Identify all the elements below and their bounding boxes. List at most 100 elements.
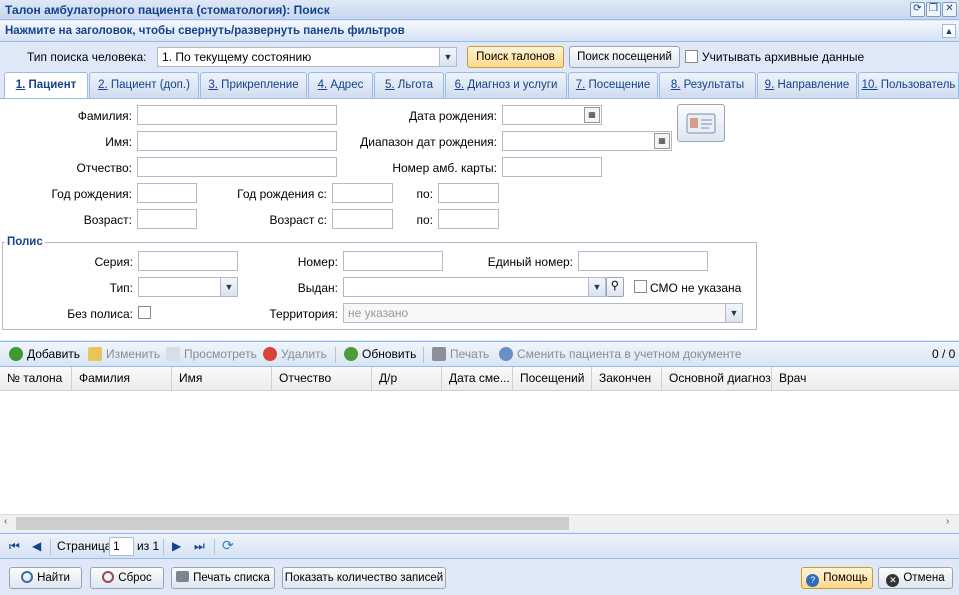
no-policy-checkbox[interactable] (138, 306, 151, 319)
read-card-button[interactable] (677, 104, 725, 142)
tab-label: Посещение (585, 79, 651, 91)
patronymic-input[interactable] (137, 157, 337, 177)
surname-input[interactable] (137, 105, 337, 125)
tab-num: 6. (454, 79, 465, 91)
reset-search-icon (102, 571, 115, 583)
calendar-icon[interactable]: ▦ (584, 107, 600, 123)
first-page-icon[interactable]: ⏮ (9, 539, 20, 554)
chevron-down-icon[interactable]: ▼ (439, 48, 456, 66)
tab-label: Прикрепление (217, 79, 299, 91)
reset-button[interactable]: Сброс (90, 567, 164, 589)
column-header[interactable]: Основной диагноз (662, 367, 772, 391)
refresh-window-icon[interactable]: ⟳ (910, 2, 925, 17)
column-header[interactable]: Д/р (372, 367, 442, 391)
smo-none-label: СМО не указана (650, 281, 742, 295)
scroll-right-icon[interactable]: › (946, 516, 949, 527)
chevron-down-icon[interactable]: ▼ (220, 278, 237, 296)
birth-year-from-input[interactable] (332, 183, 393, 203)
age-input[interactable] (137, 209, 197, 229)
delete-button[interactable]: Удалить (263, 347, 327, 361)
print-list-button[interactable]: Печать списка (171, 567, 275, 589)
change-patient-button[interactable]: Сменить пациента в учетном документе (499, 347, 742, 361)
print-list-label: Печать списка (193, 572, 270, 584)
tab-diagnosis[interactable]: 6. Диагноз и услуги (445, 72, 567, 98)
territory-select[interactable]: не указано ▼ (343, 303, 743, 323)
policy-type-select[interactable]: ▼ (138, 277, 238, 297)
search-talons-button[interactable]: Поиск талонов (467, 46, 564, 68)
scroll-thumb[interactable] (16, 517, 569, 530)
help-button[interactable]: ? Помощь (801, 567, 873, 589)
column-header[interactable]: № талона (0, 367, 72, 391)
tab-results[interactable]: 8. Результаты (659, 72, 756, 98)
card-number-input[interactable] (502, 157, 602, 177)
chevron-down-icon[interactable]: ▼ (588, 278, 605, 296)
tab-user[interactable]: 10. Пользователь (858, 72, 959, 98)
tab-num: 9. (764, 79, 775, 91)
birth-range-input[interactable]: ▦ (502, 131, 672, 151)
collapse-icon[interactable]: ▲ (942, 24, 956, 38)
tab-patient-extra[interactable]: 2. Пациент (доп.) (89, 72, 199, 98)
policy-series-input[interactable] (138, 251, 238, 271)
last-page-icon[interactable]: ⏭ (194, 539, 205, 554)
show-count-button[interactable]: Показать количество записей (282, 567, 446, 589)
tab-address[interactable]: 4. Адрес (308, 72, 373, 98)
column-header[interactable]: Дата сме... (442, 367, 513, 391)
reload-icon[interactable]: ⟳ (222, 537, 234, 554)
column-header[interactable]: Отчество (272, 367, 372, 391)
tab-patient[interactable]: 1. Пациент (4, 72, 88, 99)
add-button[interactable]: Добавить (9, 347, 80, 361)
birth-year-input[interactable] (137, 183, 197, 203)
name-input[interactable] (137, 131, 337, 151)
birth-date-input[interactable]: ▦ (502, 105, 602, 125)
edit-button[interactable]: Изменить (88, 347, 160, 361)
tab-attachment[interactable]: 3. Прикрепление (200, 72, 307, 98)
archive-checkbox[interactable] (685, 50, 698, 63)
tab-num: 4. (317, 79, 328, 91)
birth-year-to-input[interactable] (438, 183, 499, 203)
search-visits-button[interactable]: Поиск посещений (569, 46, 680, 68)
find-button[interactable]: Найти (9, 567, 82, 589)
age-from-label: Возраст с: (269, 213, 327, 227)
refresh-label: Обновить (362, 347, 417, 361)
smo-none-checkbox[interactable] (634, 280, 647, 293)
tab-label: Диагноз и услуги (464, 79, 558, 91)
next-page-icon[interactable]: ▶ (172, 539, 181, 553)
tab-referral[interactable]: 9. Направление (757, 72, 857, 98)
cancel-button[interactable]: ✕ Отмена (878, 567, 953, 589)
unified-number-input[interactable] (578, 251, 708, 271)
search-icon[interactable]: ⚲ (606, 277, 624, 297)
tab-visit[interactable]: 7. Посещение (568, 72, 658, 98)
column-header[interactable]: Фамилия (72, 367, 172, 391)
horizontal-scrollbar[interactable]: ‹ › (0, 514, 959, 532)
restore-window-icon[interactable]: ❐ (926, 2, 941, 17)
grid-toolbar: Добавить Изменить Просмотреть Удалить Об… (0, 341, 959, 367)
age-to-input[interactable] (438, 209, 499, 229)
column-header[interactable]: Имя (172, 367, 272, 391)
birth-date-label: Дата рождения: (409, 109, 497, 123)
print-button[interactable]: Печать (432, 347, 489, 361)
view-button[interactable]: Просмотреть (166, 347, 257, 361)
age-label: Возраст: (83, 213, 132, 227)
close-window-icon[interactable]: ✕ (942, 2, 957, 17)
column-header[interactable]: Врач (772, 367, 959, 391)
tab-label: Результаты (680, 79, 745, 91)
scroll-left-icon[interactable]: ‹ (4, 516, 7, 527)
tab-num: 2. (98, 79, 108, 91)
age-from-input[interactable] (332, 209, 393, 229)
column-header[interactable]: Закончен (592, 367, 662, 391)
change-patient-label: Сменить пациента в учетном документе (517, 347, 742, 361)
pager: ⏮ ◀ Страница 1 из 1 ▶ ⏭ ⟳ (0, 533, 959, 559)
prev-page-icon[interactable]: ◀ (32, 539, 41, 553)
calendar-icon[interactable]: ▦ (654, 133, 670, 149)
search-type-select[interactable]: 1. По текущему состоянию ▼ (157, 47, 457, 67)
refresh-button[interactable]: Обновить (344, 347, 416, 361)
tab-benefit[interactable]: 5. Льгота (374, 72, 444, 98)
chevron-down-icon[interactable]: ▼ (725, 304, 742, 322)
filter-panel-header[interactable]: Нажмите на заголовок, чтобы свернуть/раз… (0, 21, 959, 42)
printer-icon (176, 571, 190, 582)
policy-number-input[interactable] (343, 251, 443, 271)
document-icon (166, 347, 180, 361)
page-input[interactable]: 1 (109, 537, 134, 556)
column-header[interactable]: Посещений (513, 367, 592, 391)
policy-issued-select[interactable]: ▼ (343, 277, 606, 297)
